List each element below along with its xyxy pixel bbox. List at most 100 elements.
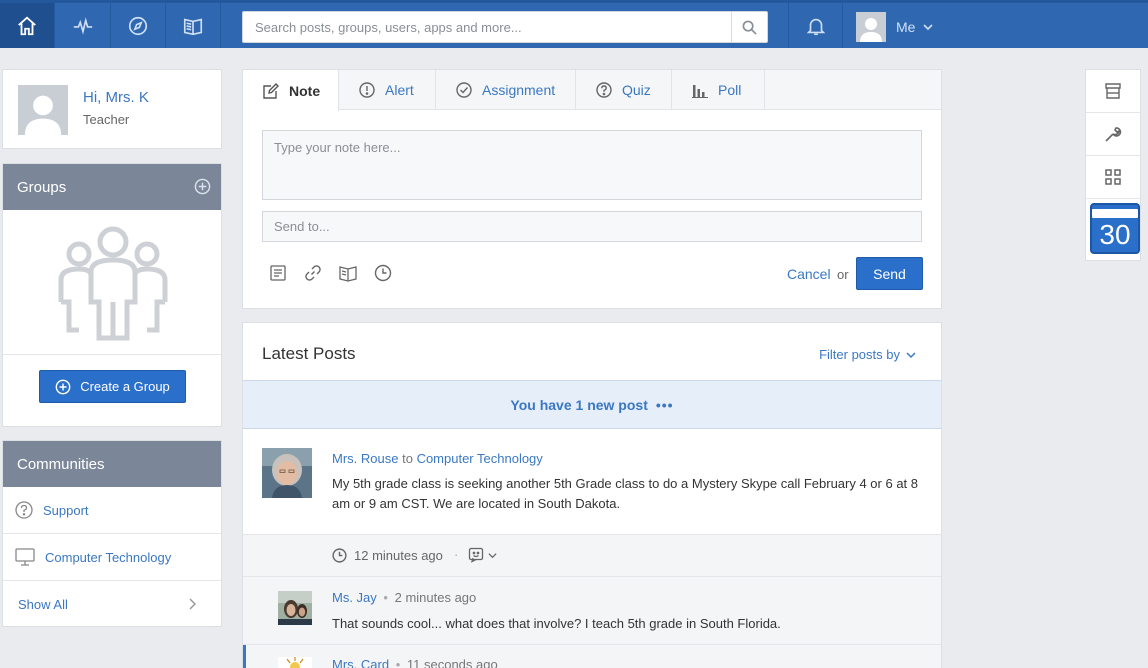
apps-grid-button[interactable] [1086,156,1140,199]
reply-meta: Mrs. Card • 11 seconds ago [332,657,498,668]
right-app-rail: 30 [1085,69,1141,261]
tools-button[interactable] [1086,113,1140,156]
avatar [856,12,886,42]
author-photo [278,657,312,668]
tab-alert[interactable]: Alert [339,70,436,110]
calendar-button[interactable]: 30 [1090,203,1140,254]
user-silhouette-icon [24,95,62,135]
reply-author-link[interactable]: Ms. Jay [332,590,377,605]
note-icon [263,82,279,99]
cancel-link[interactable]: Cancel [787,266,831,282]
home-icon [18,16,36,35]
reply-author-link[interactable]: Mrs. Card [332,657,389,668]
home-nav-button[interactable] [0,3,55,48]
reply-author-avatar[interactable] [278,591,312,625]
tab-label: Poll [718,82,742,98]
create-group-label: Create a Group [80,379,170,394]
calendar-day: 30 [1099,219,1131,250]
chevron-down-icon [923,24,934,31]
notifications-button[interactable] [788,3,843,48]
community-label: Computer Technology [45,549,172,565]
open-book-icon [183,18,203,35]
search-box [242,11,768,43]
search-icon [742,20,757,35]
question-circle-icon [596,82,612,98]
groups-panel: Groups Create a Group [2,163,222,427]
activity-pulse-icon [73,16,93,35]
reply-author-avatar[interactable] [278,657,312,668]
profile-card: Hi, Mrs. K Teacher [2,69,222,149]
profile-greeting-link[interactable]: Hi, Mrs. K [83,89,149,106]
separator-dot: • [383,590,388,605]
check-circle-icon [456,82,472,98]
communities-title: Communities [17,455,105,473]
tab-quiz[interactable]: Quiz [576,70,672,110]
community-item-support[interactable]: Support [3,487,221,534]
community-label: Support [43,502,89,518]
app-store-button[interactable] [1086,70,1140,113]
note-textarea-wrap [262,130,922,200]
compass-icon [128,16,148,35]
groups-header: Groups [3,164,221,210]
activity-nav-button[interactable] [56,3,111,48]
send-to-input[interactable] [263,212,921,241]
latest-posts-feed: Latest Posts Filter posts by You have 1 … [242,322,942,668]
tab-label: Note [289,82,321,99]
storefront-icon [1105,83,1121,99]
post-group-link[interactable]: Computer Technology [417,451,543,466]
send-button[interactable]: Send [856,257,923,290]
tab-assignment[interactable]: Assignment [436,70,576,110]
tab-label: Alert [385,82,414,98]
or-text: or [837,267,849,282]
backpack-nav-button[interactable] [166,3,221,48]
reply-body: That sounds cool... what does that invol… [332,616,781,631]
monitor-icon [15,548,35,566]
bar-chart-icon [692,85,708,98]
bell-icon [806,18,825,35]
profile-avatar[interactable] [18,85,68,135]
reply-time: 2 minutes ago [394,590,477,605]
wrench-icon [1105,127,1122,142]
library-book-icon[interactable] [339,264,357,282]
account-label: Me [896,19,916,35]
post-timestamp[interactable]: 12 minutes ago [332,548,443,563]
chevron-right-icon [189,598,196,610]
create-group-button[interactable]: Create a Group [39,370,186,403]
filter-posts-dropdown[interactable]: Filter posts by [819,347,916,362]
search-input[interactable] [243,12,731,42]
feed-title: Latest Posts [262,344,356,363]
new-post-banner[interactable]: You have 1 new post ••• [243,380,941,429]
community-item-computer-technology[interactable]: Computer Technology [3,534,221,581]
search-button[interactable] [731,12,767,42]
more-dots-icon: ••• [655,396,674,413]
post-meta: Mrs. Rouse to Computer Technology [332,451,543,466]
tab-poll[interactable]: Poll [672,70,765,110]
post-author-link[interactable]: Mrs. Rouse [332,451,398,466]
author-photo [262,448,312,498]
link-icon[interactable] [304,264,322,282]
account-menu[interactable]: Me [856,11,934,43]
reply-meta: Ms. Jay • 2 minutes ago [332,590,476,605]
filter-label: Filter posts by [819,347,900,362]
top-navigation-bar: Me [0,0,1148,48]
show-all-communities-link[interactable]: Show All [3,581,221,628]
discover-nav-button[interactable] [111,3,166,48]
clock-icon[interactable] [374,264,392,282]
post-author-avatar[interactable] [262,448,312,498]
post-to-word: to [402,451,413,466]
post-body: My 5th grade class is seeking another 5t… [332,476,919,511]
reaction-button[interactable] [468,547,497,563]
add-group-icon[interactable] [194,178,211,195]
group-people-illustration [58,226,168,341]
composer-tabs: Note Alert Assignment Quiz Poll [243,70,941,111]
communities-panel: Communities Support Computer Technology … [2,440,222,627]
help-circle-icon [15,501,33,519]
chevron-down-icon [488,552,497,558]
divider [3,354,221,355]
note-textarea[interactable] [263,131,921,199]
attach-file-icon[interactable] [269,264,287,282]
separator-dot: · [454,547,459,562]
smiley-reaction-icon [468,547,484,563]
alert-icon [359,82,375,98]
tab-note[interactable]: Note [243,70,339,111]
